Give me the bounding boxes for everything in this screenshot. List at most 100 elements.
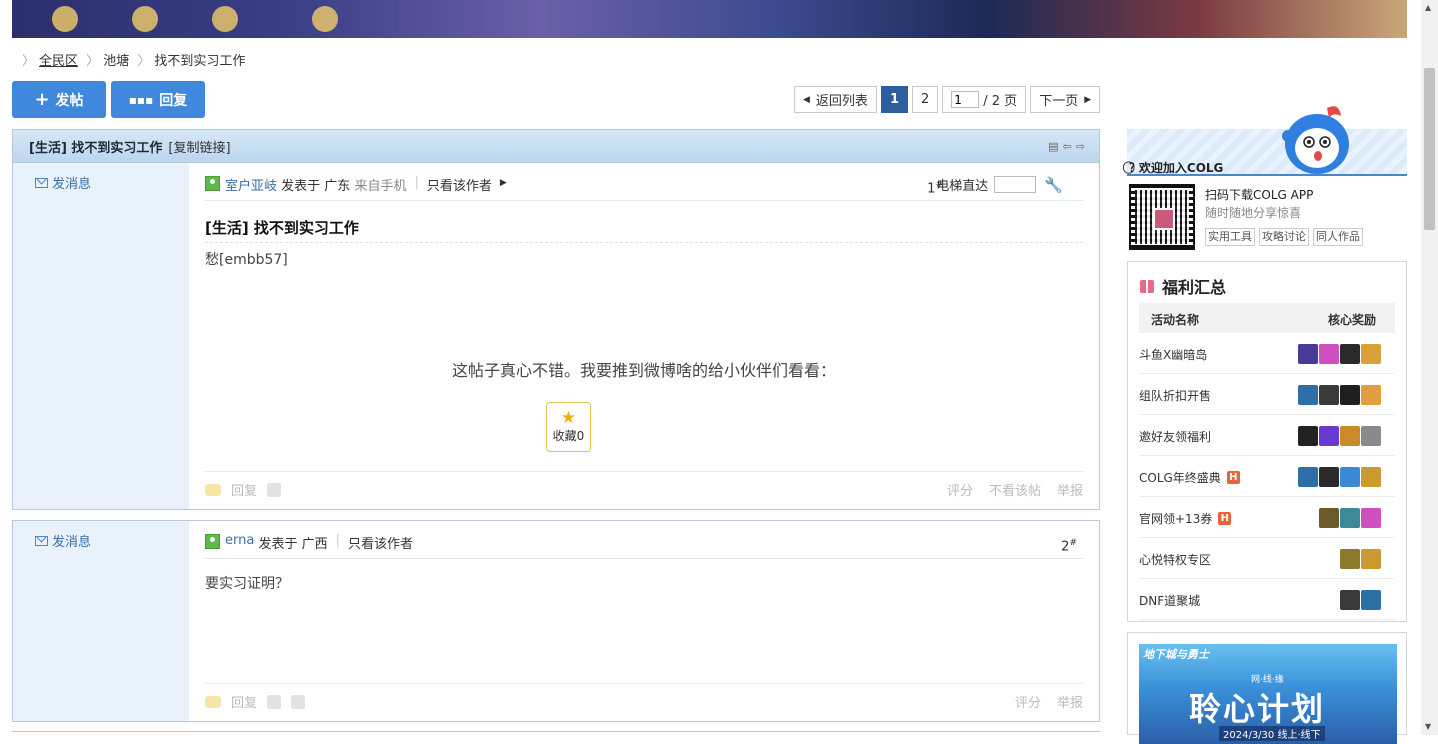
back-to-list-button[interactable]: ◀ 返回列表 — [794, 86, 877, 113]
author-info: erna 发表于 广西 | 只看该作者 2# — [205, 533, 1083, 559]
welfare-row[interactable]: 邀好友领福利 — [1139, 415, 1395, 456]
reward-icons — [1298, 426, 1381, 446]
welfare-activity-label[interactable]: 邀好友领福利 — [1139, 428, 1211, 445]
next-thread-icon[interactable]: ⇨ — [1076, 140, 1085, 153]
reward-item-icon — [1340, 467, 1360, 487]
prev-thread-icon[interactable]: ⇦ — [1063, 140, 1072, 153]
wrench-icon[interactable]: 🔧 — [1044, 176, 1063, 194]
welfare-row[interactable]: 心悦特权专区 — [1139, 538, 1395, 579]
report-link[interactable]: 举报 — [1057, 692, 1083, 711]
reward-icons — [1340, 590, 1381, 610]
scroll-up-icon[interactable]: ▲ — [1425, 3, 1431, 12]
mail-icon — [35, 535, 48, 546]
page-jump: / 2 页 — [942, 86, 1027, 113]
reward-icons — [1298, 385, 1381, 405]
qr-code — [1129, 184, 1195, 250]
welfare-row-name: 组队折扣开售 — [1139, 387, 1211, 404]
page-scrollbar[interactable]: ▲ ▼ — [1421, 0, 1438, 735]
author-name[interactable]: 室户亚岐 — [225, 175, 277, 194]
thumbs-up-icon[interactable] — [267, 482, 282, 497]
post-content: 要实习证明？ — [205, 576, 289, 592]
page-1-link[interactable]: 1 — [880, 86, 908, 113]
scroll-down-icon[interactable]: ▼ — [1425, 722, 1431, 731]
reward-item-icon — [1298, 426, 1318, 446]
reward-item-icon — [1319, 344, 1339, 364]
user-icon — [205, 176, 220, 191]
thread-post-2: 发消息 erna 发表于 广西 | 只看该作者 2# 要实习证明？ 回复 评分 … — [12, 520, 1100, 722]
breadcrumb-link-pond[interactable]: 池塘 — [103, 54, 129, 69]
scroll-thumb[interactable] — [1424, 68, 1435, 230]
app-tag[interactable]: 实用工具 — [1205, 228, 1255, 246]
only-author-link[interactable]: 只看该作者 — [427, 175, 492, 194]
post-actions: 回复 评分 不看该帖 举报 — [205, 471, 1083, 507]
reply-link[interactable]: 回复 — [231, 692, 257, 711]
welfare-panel: 福利汇总 活动名称 核心奖励 斗鱼X幽暗岛 组队折扣开售 邀好友领福利 COLG年终盛… — [1127, 261, 1407, 622]
posted-info: 发表于 广西 — [258, 537, 328, 552]
breadcrumb-current[interactable]: 找不到实习工作 — [154, 54, 245, 69]
app-tag[interactable]: 攻略讨论 — [1259, 228, 1309, 246]
welfare-row-name: DNF道聚城 — [1139, 592, 1200, 609]
welfare-row[interactable]: 组队折扣开售 — [1139, 374, 1395, 415]
pagination: ◀ 返回列表 1 2 / 2 页 下一页 ▶ — [794, 86, 1101, 113]
reward-item-icon — [1298, 385, 1318, 405]
thread-post-3-edge — [12, 731, 1100, 735]
thread-title: [生活] 找不到实习工作 — [29, 140, 163, 156]
reward-icons — [1319, 508, 1381, 528]
via-mobile: 来自手机 — [354, 179, 407, 194]
welfare-activity-label[interactable]: 组队折扣开售 — [1139, 387, 1211, 404]
thumbs-up-icon[interactable] — [267, 694, 282, 709]
top-banner — [12, 0, 1407, 38]
thread-post-1: [生活] 找不到实习工作 [复制链接] ▤ ⇦ ⇨ 发消息 室户亚岐 发表于 广… — [12, 129, 1100, 510]
next-page-button[interactable]: 下一页 ▶ — [1030, 86, 1101, 113]
banner-decoration — [52, 6, 78, 32]
send-message-label: 发消息 — [52, 535, 92, 550]
reward-item-icon — [1361, 508, 1381, 528]
send-message-link[interactable]: 发消息 — [35, 531, 91, 550]
reward-item-icon — [1361, 590, 1381, 610]
rate-link[interactable]: 评分 — [947, 480, 973, 499]
caret-right-icon: ▶ — [499, 178, 507, 188]
ad-banner-image[interactable]: 地下城与勇士 网·线·缘 聆心计划 2024/3/30 线上·线下 — [1139, 644, 1397, 744]
welfare-activity-label[interactable]: 心悦特权专区 — [1139, 551, 1211, 568]
post-title-text: [生活] 找不到实习工作 — [205, 219, 359, 237]
welfare-row-name: COLG年终盛典 H — [1139, 469, 1240, 486]
floor-jump-input[interactable] — [994, 176, 1037, 193]
app-tag[interactable]: 同人作品 — [1313, 228, 1363, 246]
floor-number: 2# — [1061, 538, 1077, 554]
ad-panel[interactable]: 地下城与勇士 网·线·缘 聆心计划 2024/3/30 线上·线下 — [1127, 632, 1407, 744]
welfare-row[interactable]: 官网领+13券 H — [1139, 497, 1395, 538]
col-core-reward: 核心奖励 — [1328, 313, 1377, 327]
qr-logo — [1153, 208, 1175, 230]
reward-item-icon — [1340, 426, 1360, 446]
share-prompt: 这帖子真心不错。我要推到微博啥的给小伙伴们看看： — [451, 361, 836, 380]
new-post-button[interactable]: + 发帖 — [12, 81, 106, 118]
copy-link[interactable]: [复制链接] — [168, 137, 230, 156]
send-message-label: 发消息 — [52, 177, 92, 192]
welfare-row[interactable]: DNF道聚城 — [1139, 579, 1395, 620]
welfare-activity-label[interactable]: DNF道聚城 — [1139, 592, 1200, 609]
app-download-text: 扫码下载COLG APP — [1205, 188, 1314, 202]
app-promo-title: ?⃝ 欢迎加入COLG — [1129, 159, 1223, 176]
breadcrumb-link-all[interactable]: 全民区 — [39, 54, 78, 69]
welfare-row[interactable]: 斗鱼X幽暗岛 — [1139, 333, 1395, 374]
rate-link[interactable]: 评分 — [1015, 692, 1041, 711]
welfare-activity-label[interactable]: COLG年终盛典 — [1139, 469, 1221, 486]
page-jump-input[interactable] — [951, 91, 980, 108]
report-link[interactable]: 举报 — [1057, 480, 1083, 499]
reply-link[interactable]: 回复 — [231, 480, 257, 499]
welfare-activity-label[interactable]: 斗鱼X幽暗岛 — [1139, 346, 1207, 363]
hide-post-link[interactable]: 不看该帖 — [989, 480, 1041, 499]
reply-bubble-icon — [205, 483, 221, 496]
print-icon[interactable]: ▤ — [1048, 140, 1058, 153]
favorite-button[interactable]: ★ 收藏0 — [546, 402, 591, 452]
only-author-link[interactable]: 只看该作者 — [348, 533, 413, 552]
welfare-row[interactable]: COLG年终盛典 H — [1139, 456, 1395, 497]
page-2-link[interactable]: 2 — [911, 86, 939, 113]
author-name[interactable]: erna — [225, 533, 254, 548]
send-message-link[interactable]: 发消息 — [35, 173, 91, 192]
hot-badge: H — [1218, 512, 1232, 525]
reply-button[interactable]: ▪▪▪ 回复 — [111, 81, 205, 118]
post-body: erna 发表于 广西 | 只看该作者 2# 要实习证明？ 回复 评分 举报 — [189, 521, 1099, 721]
welfare-activity-label[interactable]: 官网领+13券 — [1139, 510, 1212, 527]
thumbs-down-icon[interactable] — [291, 694, 306, 709]
